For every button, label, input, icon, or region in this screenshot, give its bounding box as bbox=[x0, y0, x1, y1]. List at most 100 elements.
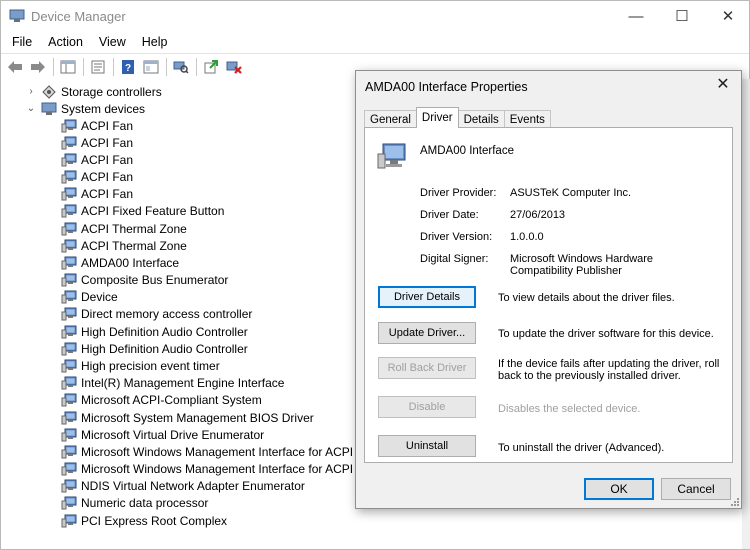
driver-version-value: 1.0.0.0 bbox=[510, 231, 544, 243]
update-driver-description: To update the driver software for this d… bbox=[498, 328, 714, 340]
toolbar-separator bbox=[166, 57, 167, 76]
toolbar-separator bbox=[53, 57, 54, 76]
driver-details-description: To view details about the driver files. bbox=[498, 292, 675, 304]
chevron-right-icon[interactable]: › bbox=[25, 86, 37, 97]
system-device-icon bbox=[61, 119, 77, 132]
uninstall-button[interactable]: Uninstall bbox=[378, 435, 476, 457]
tree-device-item[interactable]: ACPI Fan bbox=[61, 117, 133, 134]
tree-device-label: Microsoft System Management BIOS Driver bbox=[81, 410, 314, 425]
system-device-icon bbox=[61, 428, 77, 442]
tree-device-label: AMDA00 Interface bbox=[81, 255, 180, 270]
ok-button[interactable]: OK bbox=[584, 478, 654, 500]
tab-driver[interactable]: Driver bbox=[415, 107, 459, 128]
menu-action[interactable]: Action bbox=[40, 35, 91, 49]
tree-device-item[interactable]: ACPI Fixed Feature Button bbox=[61, 203, 224, 220]
tree-device-item[interactable]: High Definition Audio Controller bbox=[61, 323, 248, 340]
tree-device-item[interactable]: Intel(R) Management Engine Interface bbox=[61, 375, 284, 392]
tree-category-storage-controllers[interactable]: › Storage controllers bbox=[25, 83, 162, 100]
tree-device-label: High Definition Audio Controller bbox=[81, 341, 248, 356]
tree-device-item[interactable]: AMDA00 Interface bbox=[61, 254, 179, 271]
tree-device-label: ACPI Fan bbox=[81, 135, 134, 150]
tree-device-item[interactable]: ACPI Thermal Zone bbox=[61, 220, 187, 237]
tree-device-label: ACPI Fixed Feature Button bbox=[81, 204, 225, 219]
minimize-icon: — bbox=[628, 7, 644, 25]
help-button[interactable]: ? bbox=[118, 57, 138, 77]
back-button[interactable] bbox=[5, 57, 25, 77]
maximize-icon: ☐ bbox=[675, 8, 689, 25]
tree-device-item[interactable]: PCI Express Root Complex bbox=[61, 512, 227, 529]
scan-hardware-button[interactable] bbox=[171, 57, 191, 77]
forward-button[interactable] bbox=[28, 57, 48, 77]
menu-file[interactable]: File bbox=[1, 35, 40, 49]
tree-device-item[interactable]: ACPI Fan bbox=[61, 186, 133, 203]
tab-details[interactable]: Details bbox=[457, 110, 505, 128]
roll-back-driver-button[interactable]: Roll Back Driver bbox=[378, 357, 476, 379]
tree-device-item[interactable]: Microsoft System Management BIOS Driver bbox=[61, 409, 314, 426]
show-hide-console-tree-button[interactable] bbox=[58, 57, 78, 77]
tree-device-item[interactable]: Microsoft Virtual Drive Enumerator bbox=[61, 426, 264, 443]
tree-device-item[interactable]: Microsoft Windows Management Interface f… bbox=[61, 443, 353, 460]
tree-device-item[interactable]: High precision event timer bbox=[61, 358, 220, 375]
tree-device-label: ACPI Thermal Zone bbox=[81, 221, 187, 236]
tree-device-item[interactable]: Microsoft ACPI-Compliant System bbox=[61, 392, 262, 409]
system-device-icon bbox=[61, 411, 77, 425]
maximize-button[interactable]: ☐ bbox=[659, 1, 705, 31]
tab-events[interactable]: Events bbox=[503, 110, 551, 128]
resize-grip-icon[interactable] bbox=[730, 497, 740, 507]
tree-category-label: Storage controllers bbox=[61, 84, 162, 99]
tree-device-item[interactable]: Direct memory access controller bbox=[61, 306, 252, 323]
tree-device-item[interactable]: NDIS Virtual Network Adapter Enumerator bbox=[61, 478, 305, 495]
driver-date-label: Driver Date: bbox=[420, 209, 479, 221]
tree-device-label: High precision event timer bbox=[81, 359, 220, 374]
system-device-icon bbox=[61, 153, 77, 167]
menu-help[interactable]: Help bbox=[134, 35, 176, 49]
tree-device-label: ACPI Fan bbox=[81, 118, 134, 133]
system-device-icon bbox=[61, 496, 77, 510]
update-driver-button[interactable]: Update Driver... bbox=[378, 322, 476, 344]
system-device-icon bbox=[61, 307, 77, 321]
tree-device-item[interactable]: Microsoft Windows Management Interface f… bbox=[61, 461, 353, 478]
update-driver-toolbar-button[interactable] bbox=[201, 57, 221, 77]
view-button[interactable] bbox=[141, 57, 161, 77]
tree-category-system-devices[interactable]: ⌄ System devices bbox=[25, 100, 145, 117]
properties-button[interactable] bbox=[88, 57, 108, 77]
properties-icon bbox=[91, 60, 105, 73]
tree-device-item[interactable]: ACPI Fan bbox=[61, 151, 133, 168]
system-device-icon bbox=[61, 479, 77, 493]
cancel-button[interactable]: Cancel bbox=[661, 478, 731, 500]
tree-device-item[interactable]: High Definition Audio Controller bbox=[61, 340, 248, 357]
forward-arrow-icon bbox=[31, 60, 45, 73]
disable-description: Disables the selected device. bbox=[498, 403, 641, 415]
tree-device-label: ACPI Fan bbox=[81, 152, 134, 167]
system-device-icon bbox=[61, 204, 77, 218]
view-list-icon bbox=[143, 60, 159, 73]
minimize-button[interactable]: — bbox=[613, 1, 659, 31]
toolbar-separator bbox=[83, 57, 84, 76]
tree-device-item[interactable]: ACPI Fan bbox=[61, 169, 133, 186]
tree-device-label: Device bbox=[81, 290, 118, 305]
tree-device-label: Microsoft ACPI-Compliant System bbox=[81, 393, 262, 408]
tree-device-item[interactable]: Composite Bus Enumerator bbox=[61, 272, 228, 289]
uninstall-device-toolbar-button[interactable] bbox=[224, 57, 244, 77]
tree-device-item[interactable]: ACPI Thermal Zone bbox=[61, 237, 187, 254]
tree-device-item[interactable]: ACPI Fan bbox=[61, 134, 133, 151]
chevron-down-icon[interactable]: ⌄ bbox=[25, 103, 37, 114]
close-button[interactable]: ✕ bbox=[705, 1, 750, 31]
system-device-icon bbox=[61, 187, 77, 201]
properties-dialog: AMDA00 Interface Properties ✕ General Dr… bbox=[355, 70, 742, 509]
system-devices-icon bbox=[41, 102, 57, 115]
tree-device-item[interactable]: Device bbox=[61, 289, 118, 306]
tree-scrollbar[interactable] bbox=[742, 79, 750, 549]
tree-device-label: High Definition Audio Controller bbox=[81, 324, 248, 339]
tab-general[interactable]: General bbox=[364, 110, 417, 128]
dialog-close-button[interactable]: ✕ bbox=[713, 74, 733, 94]
disable-button[interactable]: Disable bbox=[378, 396, 476, 418]
scan-hardware-icon bbox=[173, 61, 189, 74]
menu-view[interactable]: View bbox=[91, 35, 134, 49]
driver-provider-label: Driver Provider: bbox=[420, 187, 497, 199]
system-device-icon bbox=[61, 342, 77, 356]
console-tree-icon bbox=[60, 60, 76, 73]
tree-device-item[interactable]: Numeric data processor bbox=[61, 495, 208, 512]
driver-details-button[interactable]: Driver Details bbox=[378, 286, 476, 308]
device-icon bbox=[377, 143, 406, 169]
